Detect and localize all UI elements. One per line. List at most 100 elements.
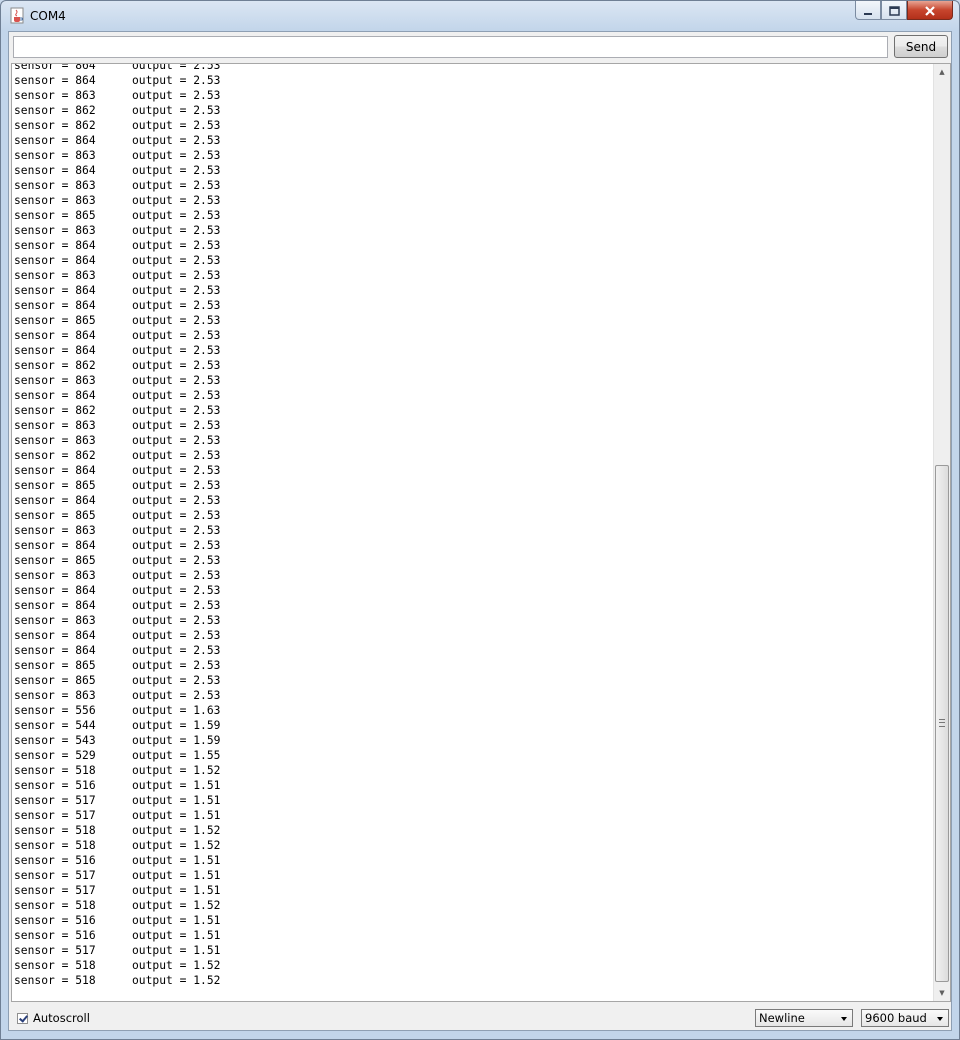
window-title: COM4 (30, 9, 66, 23)
sensor-reading: sensor = 864 (14, 539, 96, 552)
log-line: sensor = 863 output = 2.53 (14, 373, 934, 388)
log-line: sensor = 518 output = 1.52 (14, 823, 934, 838)
sensor-reading: sensor = 518 (14, 764, 96, 777)
serial-output[interactable]: sensor = 864 output = 2.53 sensor = 864 out… (11, 63, 951, 1002)
output-reading: output = 1.51 (132, 929, 221, 942)
log-line: sensor = 864 output = 2.53 (14, 238, 934, 253)
sensor-reading: sensor = 864 (14, 584, 96, 597)
scroll-down-button[interactable]: ▼ (934, 985, 950, 1001)
log-line: sensor = 863 output = 2.53 (14, 688, 934, 703)
sensor-reading: sensor = 864 (14, 389, 96, 402)
output-reading: output = 2.53 (132, 419, 221, 432)
output-reading: output = 2.53 (132, 629, 221, 642)
output-reading: output = 2.53 (132, 659, 221, 672)
sensor-reading: sensor = 864 (14, 74, 96, 87)
output-reading: output = 2.53 (132, 509, 221, 522)
sensor-reading: sensor = 865 (14, 554, 96, 567)
sensor-reading: sensor = 516 (14, 914, 96, 927)
output-reading: output = 2.53 (132, 299, 221, 312)
output-reading: output = 2.53 (132, 314, 221, 327)
title-bar[interactable]: COM4 (1, 1, 959, 31)
output-reading: output = 1.51 (132, 884, 221, 897)
minimize-button[interactable] (855, 1, 881, 20)
sensor-reading: sensor = 863 (14, 524, 96, 537)
log-line: sensor = 864 output = 2.53 (14, 493, 934, 508)
log-line: sensor = 516 output = 1.51 (14, 853, 934, 868)
output-reading: output = 2.53 (132, 359, 221, 372)
sensor-reading: sensor = 864 (14, 284, 96, 297)
output-reading: output = 1.51 (132, 809, 221, 822)
sensor-reading: sensor = 864 (14, 134, 96, 147)
output-reading: output = 2.53 (132, 104, 221, 117)
output-reading: output = 1.55 (132, 749, 221, 762)
sensor-reading: sensor = 863 (14, 569, 96, 582)
log-line: sensor = 863 output = 2.53 (14, 523, 934, 538)
log-line: sensor = 544 output = 1.59 (14, 718, 934, 733)
log-line: sensor = 864 output = 2.53 (14, 598, 934, 613)
sensor-reading: sensor = 865 (14, 314, 96, 327)
sensor-reading: sensor = 517 (14, 884, 96, 897)
scroll-up-button[interactable]: ▲ (934, 64, 950, 80)
sensor-reading: sensor = 863 (14, 419, 96, 432)
serial-log: sensor = 864 output = 2.53 sensor = 864 out… (14, 63, 934, 988)
sensor-reading: sensor = 864 (14, 254, 96, 267)
output-reading: output = 2.53 (132, 449, 221, 462)
output-reading: output = 1.52 (132, 959, 221, 972)
vertical-scrollbar[interactable]: ▲ ▼ (933, 64, 950, 1001)
baud-rate-select[interactable]: 9600 baud (861, 1009, 949, 1027)
sensor-reading: sensor = 862 (14, 449, 96, 462)
output-reading: output = 2.53 (132, 599, 221, 612)
log-line: sensor = 864 output = 2.53 (14, 643, 934, 658)
output-reading: output = 1.52 (132, 899, 221, 912)
output-reading: output = 1.52 (132, 974, 221, 987)
log-line: sensor = 529 output = 1.55 (14, 748, 934, 763)
log-line: sensor = 518 output = 1.52 (14, 973, 934, 988)
log-line: sensor = 865 output = 2.53 (14, 553, 934, 568)
sensor-reading: sensor = 518 (14, 974, 96, 987)
sensor-reading: sensor = 862 (14, 104, 96, 117)
autoscroll-toggle[interactable]: Autoscroll (17, 1011, 90, 1025)
sensor-reading: sensor = 863 (14, 374, 96, 387)
baud-rate-value: 9600 baud (865, 1011, 927, 1025)
scrollbar-thumb[interactable] (935, 465, 949, 982)
bottom-bar: Autoscroll Newline 9600 baud (9, 1004, 951, 1030)
send-input[interactable] (13, 36, 888, 58)
output-reading: output = 2.53 (132, 119, 221, 132)
output-reading: output = 2.53 (132, 644, 221, 657)
chevron-down-icon (841, 1017, 847, 1021)
log-line: sensor = 865 output = 2.53 (14, 313, 934, 328)
log-line: sensor = 863 output = 2.53 (14, 568, 934, 583)
sensor-reading: sensor = 864 (14, 629, 96, 642)
output-reading: output = 2.53 (132, 63, 221, 72)
log-line: sensor = 864 output = 2.53 (14, 298, 934, 313)
maximize-button[interactable] (881, 1, 907, 20)
sensor-reading: sensor = 865 (14, 209, 96, 222)
sensor-reading: sensor = 865 (14, 479, 96, 492)
log-line: sensor = 865 output = 2.53 (14, 478, 934, 493)
close-button[interactable] (907, 1, 953, 20)
output-reading: output = 1.59 (132, 734, 221, 747)
output-reading: output = 2.53 (132, 539, 221, 552)
line-ending-select[interactable]: Newline (755, 1009, 853, 1027)
sensor-reading: sensor = 864 (14, 644, 96, 657)
log-line: sensor = 863 output = 2.53 (14, 88, 934, 103)
log-line: sensor = 518 output = 1.52 (14, 763, 934, 778)
output-reading: output = 2.53 (132, 89, 221, 102)
output-reading: output = 1.63 (132, 704, 221, 717)
log-line: sensor = 865 output = 2.53 (14, 658, 934, 673)
output-reading: output = 2.53 (132, 209, 221, 222)
send-button[interactable]: Send (894, 35, 948, 58)
output-reading: output = 2.53 (132, 329, 221, 342)
sensor-reading: sensor = 863 (14, 224, 96, 237)
output-reading: output = 2.53 (132, 179, 221, 192)
log-line: sensor = 862 output = 2.53 (14, 403, 934, 418)
sensor-reading: sensor = 517 (14, 944, 96, 957)
log-line: sensor = 862 output = 2.53 (14, 448, 934, 463)
log-line: sensor = 516 output = 1.51 (14, 913, 934, 928)
log-line: sensor = 864 output = 2.53 (14, 283, 934, 298)
output-reading: output = 1.52 (132, 764, 221, 777)
output-reading: output = 2.53 (132, 524, 221, 537)
log-line: sensor = 862 output = 2.53 (14, 358, 934, 373)
output-reading: output = 1.51 (132, 779, 221, 792)
autoscroll-checkbox[interactable] (17, 1012, 28, 1024)
